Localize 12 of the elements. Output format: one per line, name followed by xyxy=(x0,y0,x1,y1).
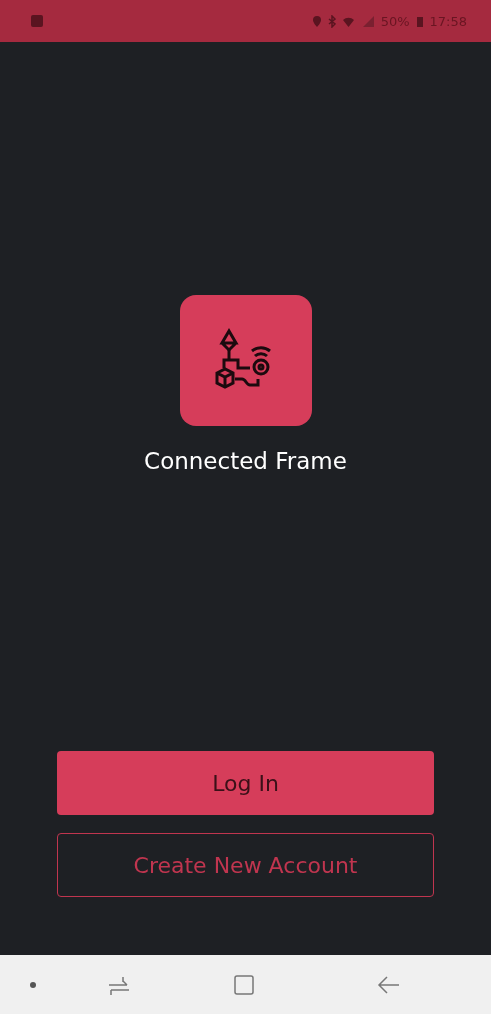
location-icon xyxy=(311,14,322,28)
bluetooth-icon xyxy=(327,14,336,28)
login-button[interactable]: Log In xyxy=(57,751,434,815)
notification-icon xyxy=(30,14,44,28)
create-account-button[interactable]: Create New Account xyxy=(57,833,434,897)
app-name: Connected Frame xyxy=(144,448,347,474)
home-icon[interactable] xyxy=(232,973,255,996)
clock: 17:58 xyxy=(429,13,467,29)
dot-icon[interactable] xyxy=(30,981,36,988)
battery-icon xyxy=(415,14,424,28)
battery-percentage: 50% xyxy=(380,13,410,29)
back-icon[interactable] xyxy=(377,973,401,996)
